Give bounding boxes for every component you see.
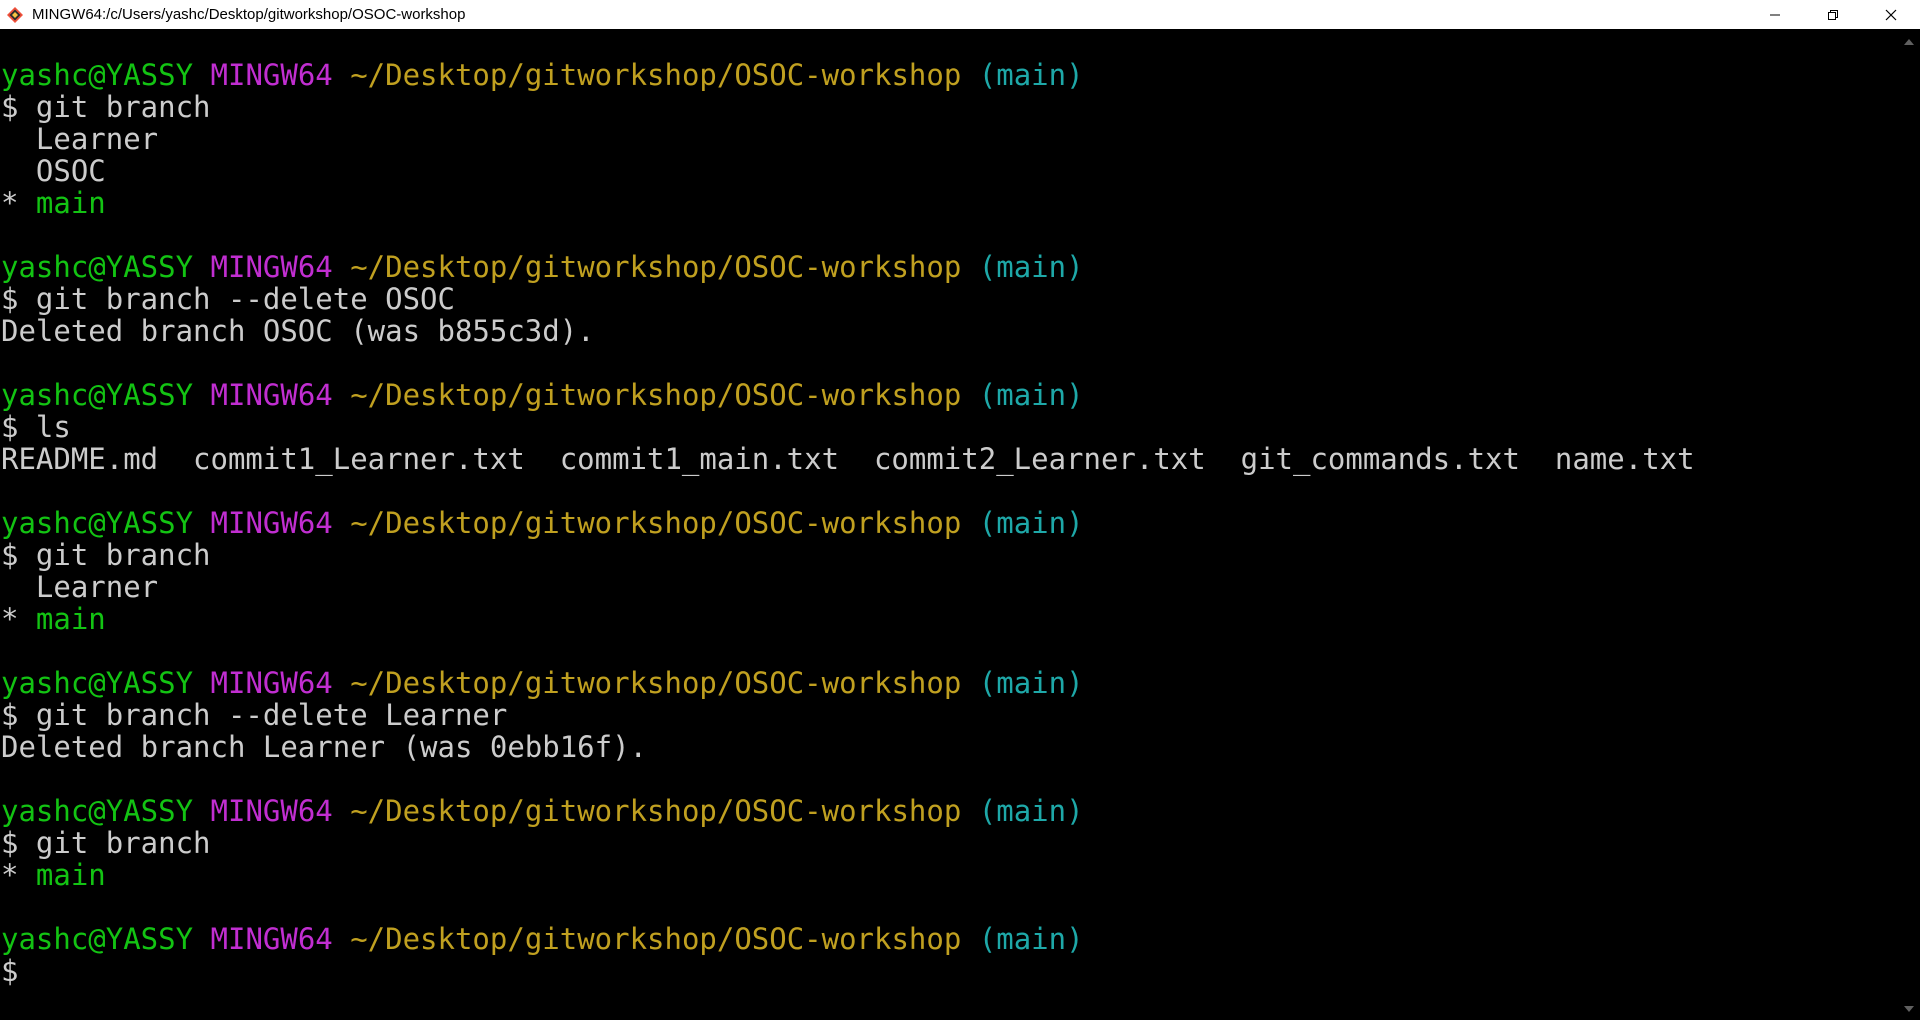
output-line: README.md commit1_Learner.txt commit1_ma…	[1, 442, 1695, 476]
prompt-line: yashc@YASSY MINGW64 ~/Desktop/gitworksho…	[0, 507, 1898, 539]
output-line: $ git branch --delete OSOC	[1, 282, 455, 316]
output-line: $ ls	[1, 410, 71, 444]
current-branch-line: * main	[0, 859, 1898, 891]
prompt-user-host: yashc@YASSY	[1, 506, 194, 540]
prompt-branch: (main)	[978, 58, 1084, 92]
prompt-user-host: yashc@YASSY	[1, 794, 194, 828]
prompt-line: yashc@YASSY MINGW64 ~/Desktop/gitworksho…	[0, 251, 1898, 283]
scroll-down-icon[interactable]	[1904, 1006, 1914, 1012]
prompt-system: MINGW64	[210, 378, 333, 412]
prompt-system: MINGW64	[210, 250, 333, 284]
prompt-user-host: yashc@YASSY	[1, 250, 194, 284]
prompt-branch: (main)	[978, 794, 1084, 828]
prompt-line: yashc@YASSY MINGW64 ~/Desktop/gitworksho…	[0, 923, 1898, 955]
terminal-output[interactable]: yashc@YASSY MINGW64 ~/Desktop/gitworksho…	[0, 29, 1898, 1020]
prompt-system: MINGW64	[210, 58, 333, 92]
title-bar[interactable]: MINGW64:/c/Users/yashc/Desktop/gitworksh…	[0, 0, 1920, 29]
prompt-user-host: yashc@YASSY	[1, 922, 194, 956]
prompt-branch: (main)	[978, 250, 1084, 284]
output-line: Learner	[1, 570, 159, 604]
output-line: Learner	[1, 122, 159, 156]
git-bash-icon[interactable]	[6, 6, 24, 24]
prompt-system: MINGW64	[210, 794, 333, 828]
prompt-line: yashc@YASSY MINGW64 ~/Desktop/gitworksho…	[0, 795, 1898, 827]
prompt-user-host: yashc@YASSY	[1, 58, 194, 92]
output-line: $ git branch --delete Learner	[1, 698, 508, 732]
current-branch-marker: *	[1, 858, 36, 892]
prompt-branch: (main)	[978, 506, 1084, 540]
terminal-window: MINGW64:/c/Users/yashc/Desktop/gitworksh…	[0, 0, 1920, 1020]
current-branch-name: main	[35, 186, 106, 220]
prompt-path: ~/Desktop/gitworkshop/OSOC-workshop	[350, 794, 962, 828]
current-branch-line: * main	[0, 187, 1898, 219]
prompt-user-host: yashc@YASSY	[1, 378, 194, 412]
close-icon	[1885, 9, 1897, 20]
window-controls	[1746, 0, 1920, 29]
current-branch-line: * main	[0, 603, 1898, 635]
scrollbar[interactable]	[1898, 29, 1920, 1020]
prompt-path: ~/Desktop/gitworkshop/OSOC-workshop	[350, 666, 962, 700]
prompt-path: ~/Desktop/gitworkshop/OSOC-workshop	[350, 250, 962, 284]
restore-button[interactable]	[1804, 0, 1862, 29]
prompt-user-host: yashc@YASSY	[1, 666, 194, 700]
output-line: $ git branch	[1, 538, 211, 572]
prompt-path: ~/Desktop/gitworkshop/OSOC-workshop	[350, 506, 962, 540]
current-branch-marker: *	[1, 602, 36, 636]
window-title: MINGW64:/c/Users/yashc/Desktop/gitworksh…	[32, 6, 466, 23]
output-line: Deleted branch OSOC (was b855c3d).	[1, 314, 595, 348]
prompt-branch: (main)	[978, 378, 1084, 412]
prompt-line: yashc@YASSY MINGW64 ~/Desktop/gitworksho…	[0, 667, 1898, 699]
prompt-branch: (main)	[978, 922, 1084, 956]
prompt-system: MINGW64	[210, 922, 333, 956]
output-line: Deleted branch Learner (was 0ebb16f).	[1, 730, 648, 764]
minimize-button[interactable]	[1746, 0, 1804, 29]
close-button[interactable]	[1862, 0, 1920, 29]
output-line: $ git branch	[1, 90, 211, 124]
prompt-path: ~/Desktop/gitworkshop/OSOC-workshop	[350, 58, 962, 92]
current-branch-marker: *	[1, 186, 36, 220]
prompt-line: yashc@YASSY MINGW64 ~/Desktop/gitworksho…	[0, 59, 1898, 91]
prompt-branch: (main)	[978, 666, 1084, 700]
prompt-system: MINGW64	[210, 506, 333, 540]
output-line: $	[1, 954, 19, 988]
prompt-path: ~/Desktop/gitworkshop/OSOC-workshop	[350, 922, 962, 956]
output-line: OSOC	[1, 154, 106, 188]
current-branch-name: main	[35, 602, 106, 636]
output-line: $ git branch	[1, 826, 211, 860]
minimize-icon	[1770, 14, 1780, 15]
current-branch-name: main	[35, 858, 106, 892]
scroll-up-icon[interactable]	[1904, 39, 1914, 45]
restore-icon	[1828, 9, 1838, 20]
prompt-system: MINGW64	[210, 666, 333, 700]
prompt-path: ~/Desktop/gitworkshop/OSOC-workshop	[350, 378, 962, 412]
prompt-line: yashc@YASSY MINGW64 ~/Desktop/gitworksho…	[0, 379, 1898, 411]
